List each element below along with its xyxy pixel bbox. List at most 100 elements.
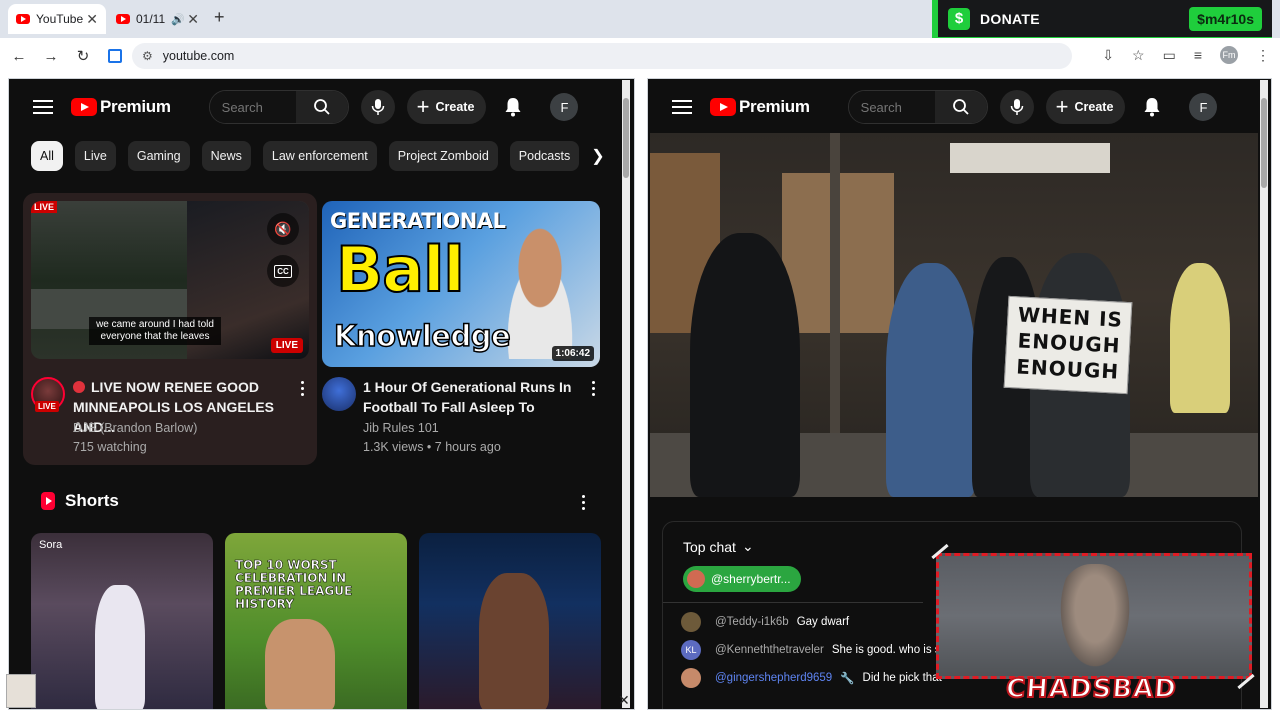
search-box bbox=[208, 90, 349, 124]
protest-sign: WHEN IS ENOUGH ENOUGH bbox=[1003, 295, 1133, 395]
wrench-icon: 🔧 bbox=[840, 673, 855, 685]
avatar-live-badge: LIVE bbox=[35, 401, 59, 412]
avatar bbox=[681, 668, 701, 688]
left-scrollbar[interactable] bbox=[622, 80, 630, 708]
shorts-shelf-header: Shorts bbox=[41, 491, 119, 511]
video-title[interactable]: 1 Hour Of Generational Runs In Football … bbox=[363, 377, 573, 417]
mute-icon[interactable]: 🔇 bbox=[267, 213, 299, 245]
youtube-favicon-icon bbox=[16, 14, 30, 24]
voice-search-button[interactable] bbox=[360, 90, 395, 124]
chip-live[interactable]: Live bbox=[74, 141, 116, 171]
short-card[interactable]: Sora bbox=[31, 533, 213, 709]
menu-icon[interactable]: ⋮ bbox=[1256, 47, 1270, 64]
chip-news[interactable]: News bbox=[201, 141, 251, 171]
video-menu-icon[interactable] bbox=[583, 377, 603, 399]
channel-avatar[interactable] bbox=[322, 377, 356, 411]
video-duration: 1:06:42 bbox=[551, 346, 594, 361]
chat-message[interactable]: @gingershepherd9659 🔧 Did he pick that bbox=[681, 668, 942, 688]
create-button[interactable]: + Create bbox=[406, 90, 487, 124]
tab-second[interactable]: 01/11 🔊 ✕ bbox=[110, 6, 205, 32]
video-thumbnail[interactable]: GENERATIONAL Ball Knowledge 1:06:42 bbox=[322, 201, 600, 367]
chip-all[interactable]: All bbox=[31, 141, 63, 171]
search-button[interactable] bbox=[934, 91, 987, 123]
close-icon[interactable]: ✕ bbox=[618, 692, 630, 709]
youtube-logo[interactable]: Premium bbox=[710, 97, 810, 117]
search-input[interactable] bbox=[209, 91, 296, 123]
chat-author[interactable]: @Teddy-i1k6b bbox=[715, 616, 789, 628]
cashapp-icon: $ bbox=[948, 7, 970, 30]
captions-button[interactable]: CC bbox=[267, 255, 299, 287]
donate-overlay: $ DONATE $m4r10s bbox=[932, 0, 1272, 40]
short-card[interactable] bbox=[419, 533, 601, 709]
search-input[interactable] bbox=[848, 91, 935, 123]
speaker-icon[interactable]: 🔊 bbox=[171, 13, 185, 26]
tab-youtube[interactable]: YouTube ✕ bbox=[8, 4, 106, 34]
chat-author[interactable]: @gingershepherd9659 bbox=[715, 672, 832, 684]
short-card[interactable]: TOP 10 WORST CELEBRATION IN PREMIER LEAG… bbox=[225, 533, 407, 709]
thumb-text-generational: GENERATIONAL bbox=[330, 209, 506, 233]
scrollbar-thumb[interactable] bbox=[623, 98, 629, 178]
shorts-menu-icon[interactable] bbox=[573, 491, 593, 513]
reload-icon[interactable]: ↻ bbox=[70, 47, 96, 65]
hamburger-menu-icon[interactable] bbox=[672, 96, 692, 118]
chat-message[interactable]: KL @Kenneththetraveler She is good. who … bbox=[681, 640, 953, 660]
media-controls-icon[interactable]: ≡ bbox=[1194, 47, 1202, 63]
chat-text: Did he pick that bbox=[862, 672, 942, 684]
thumb-text-knowledge: Knowledge bbox=[333, 318, 511, 354]
video-menu-icon[interactable] bbox=[292, 377, 312, 399]
new-tab-button[interactable]: + bbox=[214, 7, 225, 28]
create-button[interactable]: + Create bbox=[1045, 90, 1126, 124]
side-panel-icon[interactable] bbox=[108, 49, 122, 63]
voice-search-button[interactable] bbox=[999, 90, 1034, 124]
notifications-button[interactable] bbox=[1141, 96, 1163, 118]
channel-name[interactable]: DJB (Brandon Barlow) bbox=[73, 419, 197, 438]
chip-project-zomboid[interactable]: Project Zomboid bbox=[388, 141, 498, 171]
chevron-right-icon[interactable]: ❯ bbox=[583, 141, 613, 171]
streamer-webcam bbox=[936, 553, 1252, 679]
right-scrollbar[interactable] bbox=[1260, 80, 1268, 708]
account-avatar[interactable]: F bbox=[550, 93, 579, 121]
channel-name[interactable]: Jib Rules 101 bbox=[363, 419, 501, 438]
live-badge: LIVE bbox=[270, 338, 303, 353]
watch-count: 715 watching bbox=[73, 440, 147, 454]
chat-mode-label: Top chat bbox=[683, 538, 736, 555]
webcam-name-label: CHADSBAD bbox=[1004, 673, 1179, 705]
video-meta: Jib Rules 101 1.3K views • 7 hours ago bbox=[363, 419, 501, 457]
short-label: Sora bbox=[39, 539, 63, 551]
forward-icon[interactable]: → bbox=[38, 48, 64, 65]
live-video-thumbnail[interactable]: LIVE we came around I had told everyone … bbox=[31, 201, 309, 359]
chat-text: Gay dwarf bbox=[796, 616, 850, 628]
yt-header: Premium + Create F bbox=[648, 79, 1271, 135]
scrollbar-thumb[interactable] bbox=[1261, 98, 1267, 188]
thumb-text-ball: Ball bbox=[335, 232, 466, 307]
chat-author[interactable]: @Kenneththetraveler bbox=[715, 644, 824, 656]
notifications-button[interactable] bbox=[502, 96, 524, 118]
person-figure bbox=[886, 263, 976, 497]
search-icon bbox=[313, 99, 330, 115]
site-info-icon[interactable]: ⚙ bbox=[142, 49, 153, 63]
chip-law-enforcement[interactable]: Law enforcement bbox=[262, 141, 377, 171]
video-player[interactable]: WHEN IS ENOUGH ENOUGH bbox=[650, 133, 1258, 497]
tab-close-icon[interactable]: ✕ bbox=[86, 11, 98, 28]
avatar bbox=[687, 570, 705, 588]
wrestler-figure bbox=[479, 573, 549, 709]
tab-close-icon[interactable]: ✕ bbox=[187, 11, 199, 28]
bell-icon bbox=[1144, 98, 1160, 117]
account-avatar[interactable]: F bbox=[1189, 93, 1218, 121]
bookmark-star-icon[interactable]: ☆ bbox=[1132, 47, 1145, 64]
install-icon[interactable]: ⇩ bbox=[1102, 47, 1114, 64]
hamburger-menu-icon[interactable] bbox=[33, 96, 53, 118]
pinned-author-chip[interactable]: @sherrybertr... bbox=[683, 566, 801, 592]
donate-label: DONATE bbox=[980, 10, 1040, 27]
youtube-logo[interactable]: Premium bbox=[71, 97, 171, 117]
chip-gaming[interactable]: Gaming bbox=[127, 141, 190, 171]
chip-podcasts[interactable]: Podcasts bbox=[509, 141, 580, 171]
chat-message[interactable]: @Teddy-i1k6b Gay dwarf bbox=[681, 612, 849, 632]
search-button[interactable] bbox=[295, 91, 348, 123]
back-icon[interactable]: ← bbox=[6, 48, 32, 65]
profile-icon[interactable]: Fm bbox=[1220, 46, 1238, 64]
chat-mode-dropdown[interactable]: Top chat ⌄ bbox=[683, 538, 754, 555]
cast-icon[interactable]: ▭ bbox=[1163, 47, 1176, 64]
address-bar[interactable]: ⚙ youtube.com bbox=[132, 43, 1072, 69]
chevron-down-icon: ⌄ bbox=[741, 538, 754, 554]
